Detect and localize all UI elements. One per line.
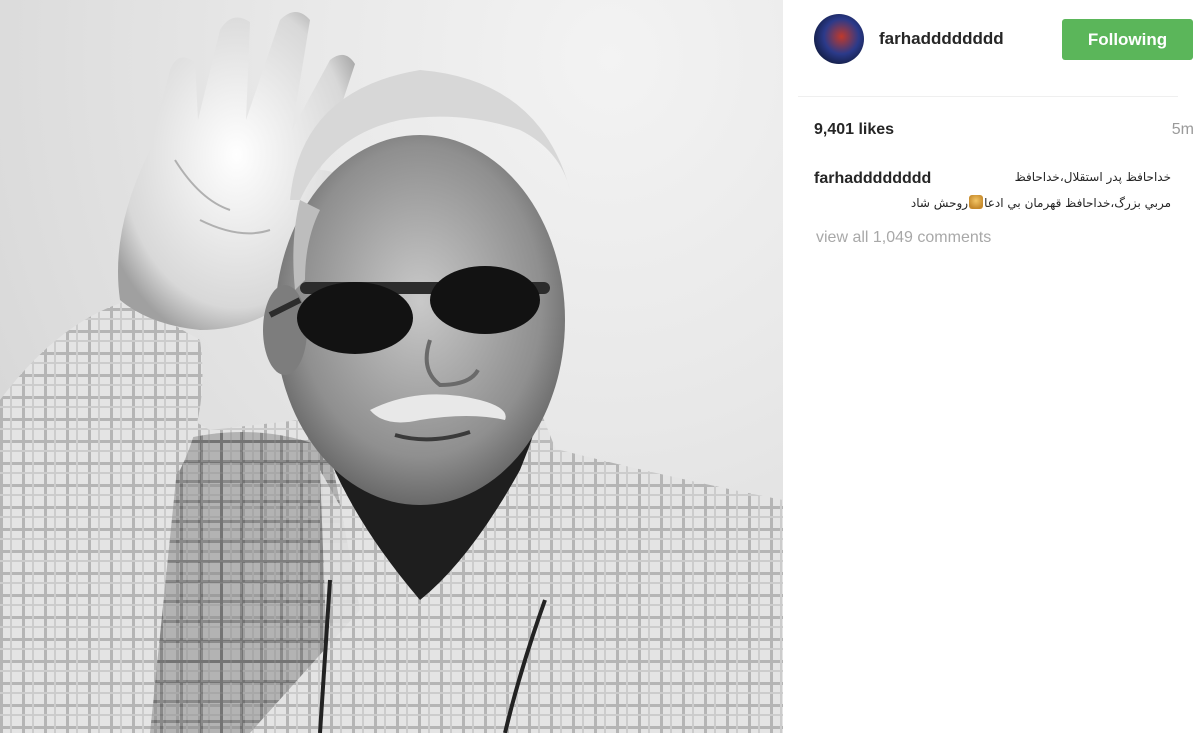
praying-emoji-icon bbox=[969, 195, 984, 209]
divider bbox=[798, 96, 1178, 97]
post-side-panel: farhadddddddd Following 9,401 likes 5m f… bbox=[783, 0, 1200, 733]
post-photo[interactable] bbox=[0, 0, 783, 733]
caption-username-link[interactable]: farhadddddddd bbox=[814, 170, 931, 187]
view-all-comments-link[interactable]: view all 1,049 comments bbox=[816, 229, 991, 247]
avatar[interactable] bbox=[814, 14, 864, 64]
caption-line-2-before: مربي بزرگ،خداحافظ قهرمان بي ادعا bbox=[984, 196, 1171, 210]
likes-count[interactable]: 9,401 likes bbox=[814, 121, 894, 139]
instagram-post: farhadddddddd Following 9,401 likes 5m f… bbox=[0, 0, 1200, 733]
post-time: 5m bbox=[1171, 121, 1194, 138]
username-link[interactable]: farhadddddddd bbox=[879, 29, 1004, 49]
portrait-image bbox=[0, 12, 783, 733]
caption-line-2-after: روحش شاد bbox=[910, 196, 969, 210]
following-button[interactable]: Following bbox=[1062, 19, 1193, 60]
caption-line-1: خداحافظ پدر استقلال،خداحافظ bbox=[1014, 170, 1171, 184]
caption-line-2: مربي بزرگ،خداحافظ قهرمان بي ادعا روحش شاد bbox=[814, 195, 1171, 210]
post-caption: farhadddddddd خداحافظ پدر استقلال،خداحاف… bbox=[814, 170, 1184, 210]
post-header: farhadddddddd Following bbox=[783, 0, 1200, 80]
